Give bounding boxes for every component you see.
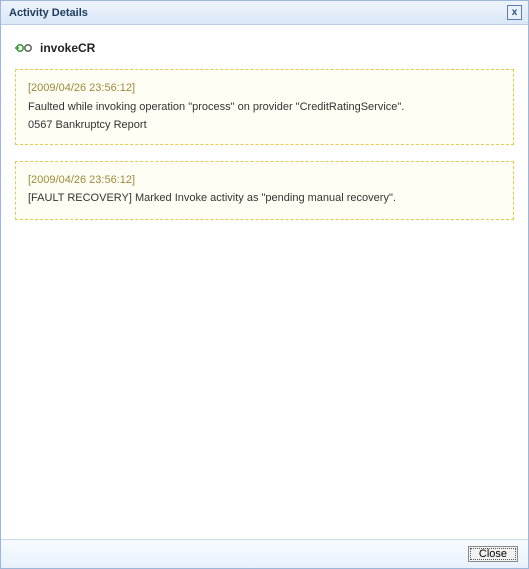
log-detail: 0567 Bankruptcy Report xyxy=(28,117,501,134)
close-icon-glyph: x xyxy=(512,7,518,18)
dialog-footer: Close xyxy=(1,539,528,568)
dialog-title: Activity Details xyxy=(9,7,88,19)
activity-details-dialog: Activity Details x invokeCR [2009/04/26 … xyxy=(0,0,529,569)
dialog-content: invokeCR [2009/04/26 23:56:12] Faulted w… xyxy=(1,25,528,539)
activity-header: invokeCR xyxy=(15,41,514,55)
log-timestamp: [2009/04/26 23:56:12] xyxy=(28,80,501,97)
invoke-icon xyxy=(15,41,35,55)
log-timestamp: [2009/04/26 23:56:12] xyxy=(28,172,501,189)
activity-name: invokeCR xyxy=(40,41,95,55)
log-message: [FAULT RECOVERY] Marked Invoke activity … xyxy=(28,190,501,207)
titlebar: Activity Details x xyxy=(1,1,528,25)
close-icon[interactable]: x xyxy=(507,5,522,20)
log-entry: [2009/04/26 23:56:12] Faulted while invo… xyxy=(15,69,514,145)
log-entry: [2009/04/26 23:56:12] [FAULT RECOVERY] M… xyxy=(15,161,514,220)
close-button[interactable]: Close xyxy=(468,546,518,562)
log-message: Faulted while invoking operation "proces… xyxy=(28,99,501,116)
